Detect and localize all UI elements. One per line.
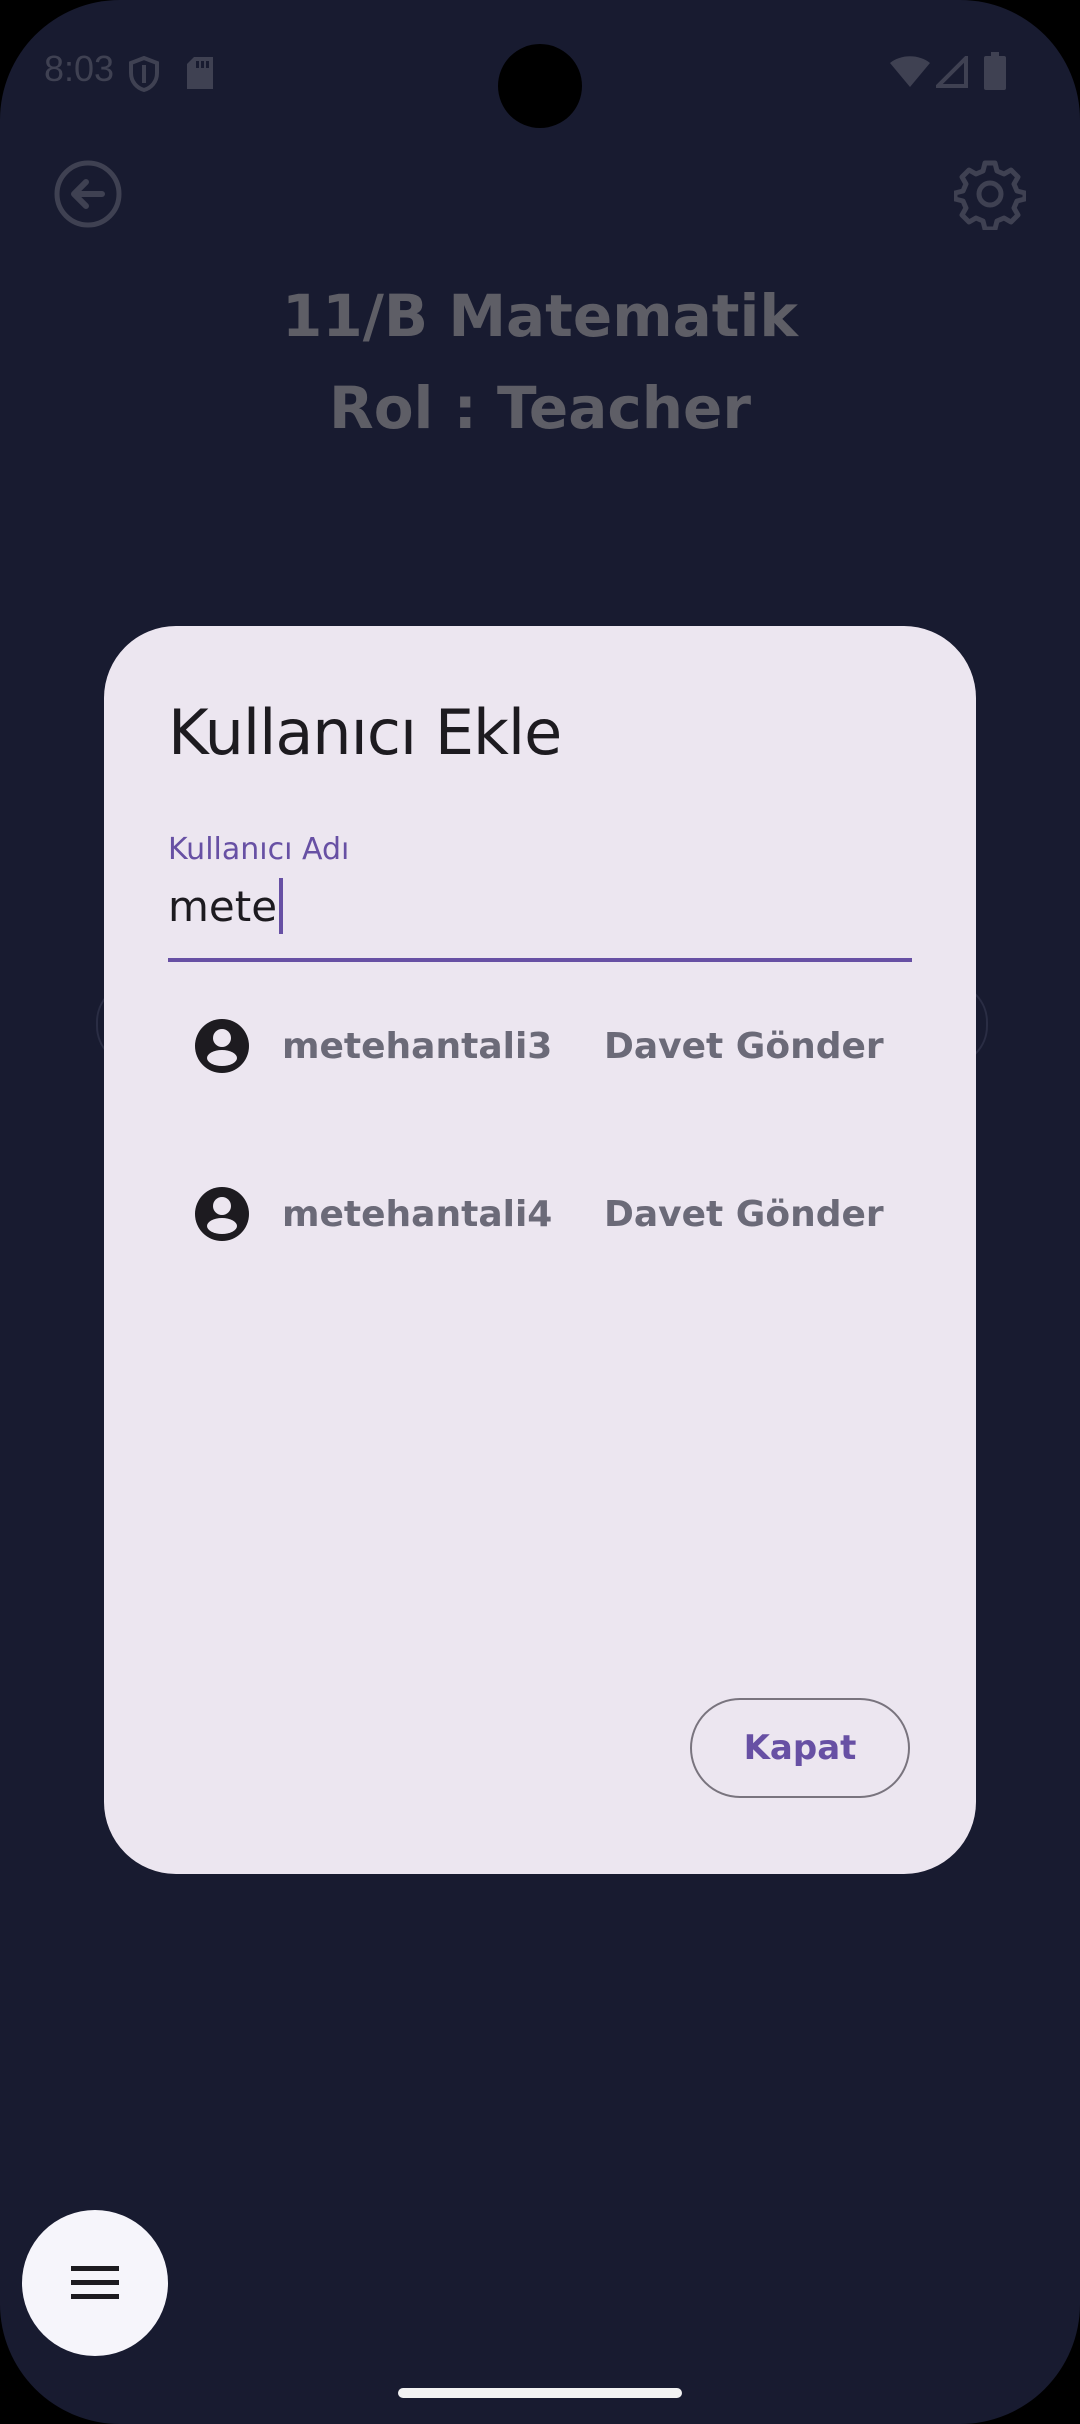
battery-icon xyxy=(984,52,1006,90)
shield-icon xyxy=(129,56,159,92)
cellular-signal-icon xyxy=(936,56,968,88)
app-screen: 8:03 11/B Matematik Rol: Teacher Kullan… xyxy=(0,0,1080,2424)
list-item: metehantali4 Davet Gönder xyxy=(188,1164,908,1264)
add-user-dialog: Kullanıcı Ekle Kullanıcı Adı mete meteha… xyxy=(104,626,976,1874)
username-text: metehantali3 xyxy=(282,1025,553,1067)
account-circle-icon xyxy=(195,1019,249,1073)
dialog-title: Kullanıcı Ekle xyxy=(168,696,562,769)
sd-card-icon xyxy=(187,57,213,89)
menu-button[interactable] xyxy=(22,2210,168,2356)
front-camera xyxy=(498,44,582,128)
role-label: Rol : Teacher xyxy=(329,374,751,442)
wifi-icon xyxy=(890,56,930,87)
username-input-value: mete xyxy=(168,881,278,931)
close-button[interactable]: Kapat xyxy=(690,1698,910,1798)
menu-icon xyxy=(71,2266,119,2299)
account-circle-icon xyxy=(195,1187,249,1241)
page-title: 11/B Matematik Rol : Teacher xyxy=(0,270,1080,454)
send-invite-button[interactable]: Davet Gönder xyxy=(604,1194,884,1235)
status-time: 8:03 xyxy=(44,48,115,89)
list-item: metehantali3 Davet Gönder xyxy=(188,996,908,1096)
send-invite-button[interactable]: Davet Gönder xyxy=(604,1026,884,1067)
username-field-label: Kullanıcı Adı xyxy=(168,832,350,867)
username-input[interactable]: mete xyxy=(168,876,912,936)
back-button[interactable] xyxy=(52,158,124,230)
home-indicator[interactable] xyxy=(398,2388,682,2398)
class-name: 11/B Matematik xyxy=(282,282,798,350)
settings-button[interactable] xyxy=(954,158,1026,230)
username-text: metehantali4 xyxy=(282,1193,553,1235)
text-caret xyxy=(279,878,284,934)
username-input-underline xyxy=(168,958,912,962)
